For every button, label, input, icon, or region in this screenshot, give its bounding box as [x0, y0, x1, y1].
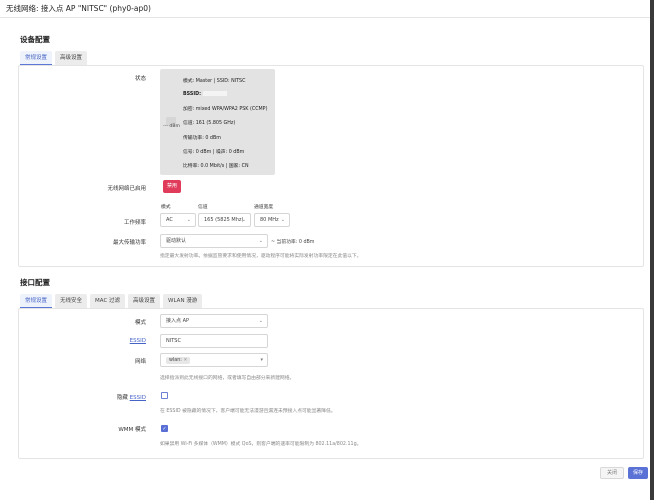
hide-essid-link[interactable]: ESSID	[130, 395, 146, 401]
tab-wireless-security[interactable]: 无线安全	[55, 294, 88, 308]
max-tx-help: 指定最大发射功率。依据监管要求和使用情况，驱动程序可能将实际发射功率限定在此值以…	[160, 254, 362, 259]
status-tx-power: 传输功率: 0 dBm	[183, 136, 221, 141]
interface-config-panel	[18, 308, 644, 459]
max-tx-value: 驱动默认	[166, 238, 187, 244]
wmm-checkbox[interactable]: ✓	[161, 425, 168, 432]
freq-header-width: 通道宽度	[254, 205, 274, 210]
max-tx-select[interactable]: 驱动默认 ⌄	[160, 234, 268, 248]
interface-config-title: 接口配置	[20, 278, 50, 287]
checkmark-icon: ✓	[162, 426, 167, 432]
band-mode-value: AC	[166, 217, 173, 223]
chevron-down-icon: ⌄	[241, 217, 246, 223]
tab-mac-filter[interactable]: MAC 过滤	[90, 294, 126, 308]
device-config-panel	[18, 65, 644, 267]
channel-select[interactable]: 165 (5825 Mhz) ⌄	[198, 213, 251, 227]
freq-header-channel: 信道	[198, 205, 208, 210]
wmm-help: 如果禁用 Wi-Fi 多媒体（WMM）模式 QoS，则客户端的速率可能限制为 8…	[160, 442, 362, 447]
device-config-title: 设备配置	[20, 35, 50, 44]
hide-essid-help: 在 ESSID 被隐藏的情况下，客户端可能无法漫游且漏连未预接入点可能显著降低。	[160, 409, 336, 414]
disable-button[interactable]: 禁用	[163, 180, 181, 193]
chevron-down-icon: ⌄	[258, 318, 263, 324]
network-help: 选择指派到此无线接口的网络，或者填写自由部分来新建网络。	[160, 376, 295, 381]
device-config-tabs: 常规设置 高级设置	[20, 51, 90, 65]
width-value: 80 MHz	[260, 217, 279, 223]
freq-header-mode: 模式	[161, 205, 171, 210]
essid-label[interactable]: ESSID	[110, 338, 146, 344]
network-label: 网络	[134, 359, 146, 365]
max-tx-label: 最大传输功率	[112, 240, 146, 246]
wmm-label: WMM 模式	[118, 427, 146, 433]
page-edge	[650, 0, 654, 500]
chevron-down-icon: ⌄	[186, 217, 191, 223]
modal-title: 无线网络: 接入点 AP "NITSC" (phy0-ap0)	[6, 4, 151, 13]
op-freq-label: 工作频率	[123, 220, 146, 226]
signal-value: --- dBm	[163, 124, 180, 129]
band-mode-select[interactable]: AC ⌄	[160, 213, 196, 227]
essid-input[interactable]: NITSC	[160, 334, 268, 348]
status-mode: 模式: Master | SSID: NITSC	[183, 79, 246, 84]
hide-essid-checkbox[interactable]	[161, 392, 168, 399]
chip-remove-icon[interactable]: ✕	[183, 358, 187, 363]
bssid-redacted	[202, 91, 227, 96]
status-channel: 信道: 161 (5.805 GHz)	[183, 121, 236, 126]
network-select[interactable]: wlan: ✕ ▾	[160, 353, 268, 367]
width-select[interactable]: 80 MHz ⌄	[254, 213, 290, 227]
status-encryption: 加密: mixed WPA/WPA2 PSK (CCMP)	[183, 107, 268, 112]
chevron-down-icon: ⌄	[280, 217, 285, 223]
interface-config-tabs: 常规设置 无线安全 MAC 过滤 高级设置 WLAN 漫游	[20, 294, 205, 308]
bssid-label: BSSID:	[183, 92, 202, 97]
status-bitrate-country: 比特率: 0.0 Mbit/s | 国家: CN	[183, 164, 249, 169]
mode-select[interactable]: 接入点 AP ⌄	[160, 314, 268, 328]
network-chip: wlan: ✕	[166, 357, 191, 364]
status-bssid: BSSID:	[183, 91, 227, 97]
chevron-down-icon: ⌄	[258, 238, 263, 244]
current-power: ~ 当前功率: 0 dBm	[271, 240, 315, 245]
close-button[interactable]: 关闭	[600, 467, 624, 479]
tab-iface-advanced[interactable]: 高级设置	[128, 294, 161, 308]
save-button[interactable]: 保存	[628, 467, 648, 479]
status-label: 状态	[134, 76, 146, 82]
tab-general-settings[interactable]: 常规设置	[20, 51, 53, 65]
hide-essid-text: 隐藏	[116, 395, 130, 401]
tab-iface-general[interactable]: 常规设置	[20, 294, 53, 308]
network-chip-label: wlan:	[169, 358, 184, 363]
mode-label: 模式	[134, 320, 146, 326]
modal-header: 无线网络: 接入点 AP "NITSC" (phy0-ap0)	[0, 0, 654, 18]
wireless-enabled-label: 无线网络已启用	[107, 186, 146, 192]
tab-advanced-settings[interactable]: 高级设置	[55, 51, 88, 65]
mode-value: 接入点 AP	[166, 318, 190, 324]
status-signal-noise: 信号: 0 dBm | 噪声: 0 dBm	[183, 150, 245, 155]
tab-wlan-roaming[interactable]: WLAN 漫游	[163, 294, 203, 308]
channel-value: 165 (5825 Mhz)	[204, 217, 244, 223]
hide-essid-label: 隐藏 ESSID	[100, 393, 146, 401]
caret-down-icon: ▾	[260, 357, 263, 363]
